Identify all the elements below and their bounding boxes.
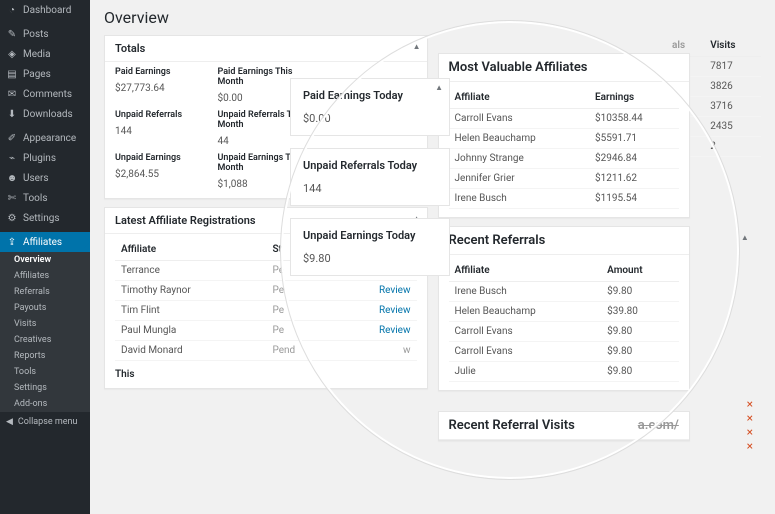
close-icon[interactable]: × — [747, 425, 761, 439]
today-unpaid-ref-card: Unpaid Referrals Today 144 — [290, 148, 450, 206]
page-icon: ▤ — [6, 68, 18, 80]
comment-icon: ✉ — [6, 88, 18, 100]
main-content: Overview ▲ Totals Paid Earnings $27,773.6… — [90, 0, 775, 514]
col-affiliate: Affiliate — [115, 239, 266, 261]
nav-media[interactable]: ◈Media — [0, 44, 90, 64]
gear-icon: ⚙ — [6, 212, 18, 224]
nav-comments[interactable]: ✉Comments — [0, 84, 90, 104]
table-row: Irene Busch$9.80 — [449, 282, 679, 302]
download-icon: ⬇ — [6, 108, 18, 120]
toggle-icon[interactable]: ▲ — [741, 233, 749, 242]
media-icon: ◈ — [6, 48, 18, 60]
submenu-visits[interactable]: Visits — [0, 316, 90, 332]
recent-ref-table: AffiliateAmount Irene Busch$9.80 Helen B… — [449, 260, 679, 382]
page-title: Overview — [104, 8, 761, 27]
table-row: Helen Beauchamp$39.80 — [449, 302, 679, 322]
nav-pages[interactable]: ▤Pages — [0, 64, 90, 84]
pin-icon: ✎ — [6, 28, 18, 40]
mva-heading: Most Valuable Affiliates — [439, 54, 689, 82]
label: Paid Earnings — [115, 67, 212, 77]
mva-card: Most Valuable Affiliates AffiliateEarnin… — [438, 53, 690, 218]
table-row: Carroll Evans$10358.44 — [449, 109, 679, 129]
nav-appearance[interactable]: ✐Appearance — [0, 128, 90, 148]
nav-settings[interactable]: ⚙Settings — [0, 208, 90, 228]
submenu-payouts[interactable]: Payouts — [0, 300, 90, 316]
wrench-icon: ✄ — [6, 192, 18, 204]
nav-dashboard[interactable]: ◔Dashboard — [0, 0, 90, 20]
review-link[interactable]: Review — [379, 325, 411, 336]
submenu-referrals[interactable]: Referrals — [0, 284, 90, 300]
close-icon[interactable]: × — [747, 397, 761, 411]
submenu-addons[interactable]: Add-ons — [0, 396, 90, 412]
label: Unpaid Earnings — [115, 153, 212, 163]
table-row: Helen Beauchamp$5591.71 — [449, 129, 679, 149]
toggle-icon[interactable]: ▲ — [435, 83, 443, 92]
nav-affiliates[interactable]: ⇪Affiliates — [0, 232, 90, 252]
review-link[interactable]: Review — [379, 305, 411, 316]
value: $0.00 — [218, 93, 243, 104]
submenu-overview[interactable]: Overview — [0, 252, 90, 268]
submenu-settings[interactable]: Settings — [0, 380, 90, 396]
recent-visits-card: Recent Referral Visits a.com/ — [438, 411, 690, 441]
gauge-icon: ◔ — [6, 4, 18, 16]
nav-plugins[interactable]: ⌁Plugins — [0, 148, 90, 168]
close-icon[interactable]: × — [747, 411, 761, 425]
label: Unpaid Referrals — [115, 110, 212, 120]
collapse-icon: ◀ — [6, 417, 13, 427]
affiliates-submenu: Overview Affiliates Referrals Payouts Vi… — [0, 252, 90, 412]
table-row: Timothy RaynorPeReview — [115, 281, 417, 301]
table-row: Jennifer Grier$1211.62 — [449, 169, 679, 189]
nav-downloads[interactable]: ⬇Downloads — [0, 104, 90, 124]
this-label: This — [115, 369, 417, 380]
value: $27,773.64 — [115, 83, 165, 94]
table-row: Carroll Evans$9.80 — [449, 342, 679, 362]
today-paid-card: ▲ Paid Earnings Today $0.00 — [290, 78, 450, 136]
user-icon: ☻ — [6, 172, 18, 184]
mva-table: AffiliateEarnings Carroll Evans$10358.44… — [449, 87, 679, 209]
recent-ref-heading: Recent Referrals — [439, 227, 689, 255]
submenu-reports[interactable]: Reports — [0, 348, 90, 364]
collapse-menu[interactable]: ◀Collapse menu — [0, 412, 90, 432]
today-unpaid-earn-card: Unpaid Earnings Today $9.80 — [290, 218, 450, 276]
admin-sidebar: ◔Dashboard ✎Posts ◈Media ▤Pages ✉Comment… — [0, 0, 90, 514]
totals-heading: Totals — [105, 36, 427, 62]
submenu-tools[interactable]: Tools — [0, 364, 90, 380]
value: 44 — [218, 136, 229, 147]
review-link[interactable]: w — [403, 345, 411, 356]
plug-icon: ⌁ — [6, 152, 18, 164]
toggle-icon[interactable]: ▲ — [413, 42, 421, 51]
table-row: David MonardPendw — [115, 341, 417, 361]
affiliate-icon: ⇪ — [6, 236, 18, 248]
value: $1,088 — [218, 179, 248, 190]
value: $2,864.55 — [115, 169, 159, 180]
nav-posts[interactable]: ✎Posts — [0, 24, 90, 44]
value: 144 — [115, 126, 132, 137]
submenu-creatives[interactable]: Creatives — [0, 332, 90, 348]
table-row: Tim FlintPeReview — [115, 301, 417, 321]
nav-tools[interactable]: ✄Tools — [0, 188, 90, 208]
nav-users[interactable]: ☻Users — [0, 168, 90, 188]
table-row: Paul MunglaPeReview — [115, 321, 417, 341]
table-row: Julie$9.80 — [449, 362, 679, 382]
review-link[interactable]: Review — [379, 285, 411, 296]
table-row: Johnny Strange$2946.84 — [449, 149, 679, 169]
recent-visits-heading: Recent Referral Visits a.com/ — [439, 412, 689, 440]
table-row: Irene Busch$1195.54 — [449, 189, 679, 209]
submenu-affiliates[interactable]: Affiliates — [0, 268, 90, 284]
recent-referrals-card: ▲ Recent Referrals AffiliateAmount Irene… — [438, 226, 690, 391]
brush-icon: ✐ — [6, 132, 18, 144]
table-row: Carroll Evans$9.80 — [449, 322, 679, 342]
close-icon[interactable]: × — [747, 439, 761, 453]
